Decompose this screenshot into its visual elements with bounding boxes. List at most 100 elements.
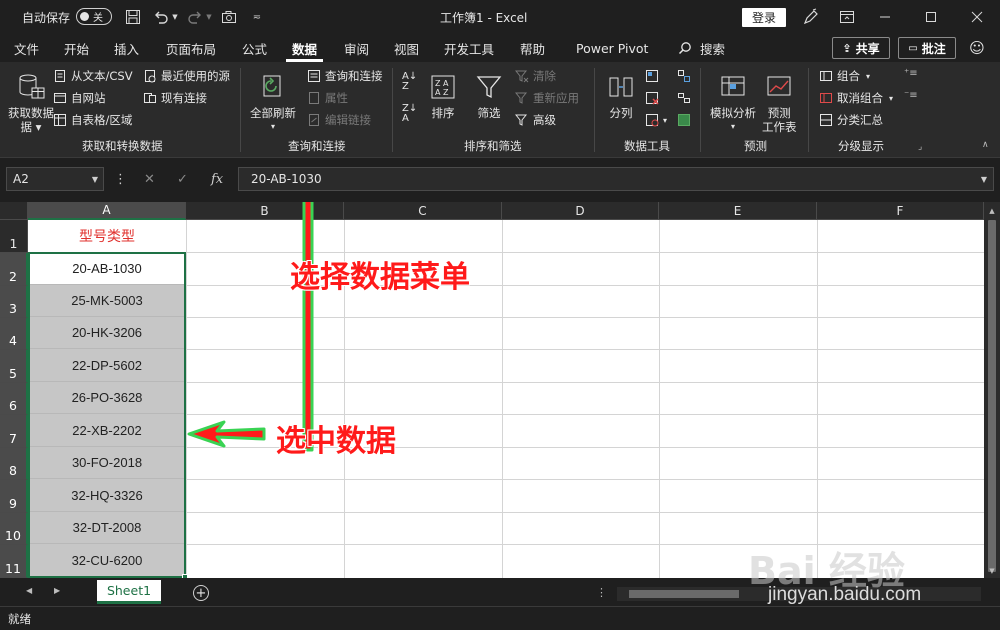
forecast-sheet-button[interactable]: 预测 工作表: [762, 70, 797, 134]
row-header-6[interactable]: 6: [0, 383, 28, 415]
comment-button[interactable]: ▭ 批注: [898, 37, 956, 59]
filter-button[interactable]: 筛选: [472, 70, 506, 120]
worksheet-grid[interactable]: A B C D E F 1 2 3 4 5 6 7 8 9 10 11 型号类型…: [0, 202, 984, 578]
cell-a9[interactable]: 32-HQ-3326: [28, 479, 186, 512]
login-button[interactable]: 登录: [742, 8, 786, 27]
tab-formulas[interactable]: 公式: [242, 34, 267, 62]
consolidate-icon[interactable]: [676, 68, 695, 84]
tab-file[interactable]: 文件: [14, 34, 39, 62]
undo-icon[interactable]: [152, 8, 170, 26]
fill-handle[interactable]: [182, 574, 188, 578]
tab-review[interactable]: 审阅: [344, 34, 369, 62]
row-header-7[interactable]: 7: [0, 415, 28, 448]
ribbon-display-icon[interactable]: [836, 6, 858, 28]
existing-connections-button[interactable]: 现有连接: [142, 90, 207, 106]
select-all-corner[interactable]: [0, 202, 28, 220]
hscroll-thumb[interactable]: [629, 590, 739, 598]
from-text-csv-button[interactable]: 从文本/CSV: [52, 68, 133, 84]
properties-button[interactable]: 属性: [306, 90, 348, 106]
cell-a8[interactable]: 30-FO-2018: [28, 447, 186, 479]
column-header-c[interactable]: C: [344, 202, 502, 220]
text-to-columns-button[interactable]: 分列: [604, 70, 638, 120]
insert-function-icon[interactable]: fx: [211, 172, 223, 187]
clear-filter-button[interactable]: 清除: [514, 68, 556, 84]
tab-help[interactable]: 帮助: [520, 34, 545, 62]
undo-dropdown-icon[interactable]: ▼: [170, 8, 180, 26]
cell-a11[interactable]: 32-CU-6200: [28, 544, 186, 578]
row-header-5[interactable]: 5: [0, 350, 28, 383]
data-validation-icon[interactable]: ▾: [644, 112, 667, 128]
scroll-down-icon[interactable]: ▼: [984, 564, 1000, 578]
cell-a7[interactable]: 22-XB-2202: [28, 414, 186, 447]
cell-a1[interactable]: 型号类型: [28, 220, 186, 252]
smiley-icon[interactable]: ☺: [966, 37, 988, 59]
sheet-tab-sheet1[interactable]: Sheet1: [97, 580, 161, 604]
prev-sheet-icon[interactable]: ◀: [26, 586, 32, 595]
pen-icon[interactable]: [800, 6, 822, 28]
subtotal-button[interactable]: 分类汇总: [818, 112, 883, 128]
sort-descending-button[interactable]: Z↓ A: [402, 104, 417, 124]
camera-icon[interactable]: [220, 8, 238, 26]
cell-a10[interactable]: 32-DT-2008: [28, 512, 186, 544]
data-model-icon[interactable]: [676, 112, 695, 128]
cell-a2[interactable]: 20-AB-1030: [28, 253, 186, 285]
row-header-9[interactable]: 9: [0, 480, 28, 513]
tab-data[interactable]: 数据: [285, 34, 324, 62]
name-box[interactable]: A2 ▼: [6, 167, 104, 191]
refresh-all-button[interactable]: 全部刷新 ▾: [250, 70, 296, 134]
row-header-11[interactable]: 11: [0, 545, 28, 578]
redo-icon[interactable]: [186, 8, 204, 26]
column-header-e[interactable]: E: [659, 202, 817, 220]
enter-icon[interactable]: ✓: [177, 172, 188, 187]
customize-qat-icon[interactable]: ≂: [248, 8, 266, 26]
search-box[interactable]: 搜索: [678, 34, 725, 62]
reapply-button[interactable]: 重新应用: [514, 90, 579, 106]
maximize-button[interactable]: [908, 0, 954, 34]
add-sheet-button[interactable]: +: [193, 585, 209, 601]
scrollbar-thumb[interactable]: [988, 220, 996, 572]
cell-a4[interactable]: 20-HK-3206: [28, 317, 186, 349]
queries-connections-button[interactable]: 查询和连接: [306, 68, 383, 84]
get-data-button[interactable]: 获取数据 据 ▾: [8, 70, 54, 134]
cancel-icon[interactable]: ✕: [144, 172, 155, 187]
cell-a3[interactable]: 25-MK-5003: [28, 285, 186, 317]
minimize-button[interactable]: [862, 0, 908, 34]
remove-duplicates-icon[interactable]: [644, 90, 663, 106]
column-header-f[interactable]: F: [817, 202, 984, 220]
what-if-button[interactable]: 模拟分析 ▾: [710, 70, 756, 134]
autosave-toggle[interactable]: 关: [76, 8, 112, 25]
outline-launcher-icon[interactable]: ⌟: [918, 142, 922, 152]
from-web-button[interactable]: 自网站: [52, 90, 106, 106]
tab-power-pivot[interactable]: Power Pivot: [576, 34, 648, 62]
hide-detail-icon[interactable]: ⁻≡: [904, 90, 918, 101]
flash-fill-icon[interactable]: [644, 68, 663, 84]
save-icon[interactable]: [124, 8, 142, 26]
cell-a6[interactable]: 26-PO-3628: [28, 382, 186, 414]
row-header-8[interactable]: 8: [0, 448, 28, 480]
ungroup-button[interactable]: 取消组合 ▾: [818, 90, 893, 106]
tab-page-layout[interactable]: 页面布局: [166, 34, 216, 62]
cell-a5[interactable]: 22-DP-5602: [28, 349, 186, 382]
row-header-4[interactable]: 4: [0, 318, 28, 350]
row-header-1[interactable]: 1: [0, 220, 28, 253]
tab-home[interactable]: 开始: [64, 34, 89, 62]
recent-sources-button[interactable]: 最近使用的源: [142, 68, 230, 84]
name-box-dropdown-icon[interactable]: ▼: [92, 175, 98, 184]
formula-input[interactable]: 20-AB-1030 ▼: [238, 167, 994, 191]
show-detail-icon[interactable]: ⁺≡: [904, 68, 918, 79]
next-sheet-icon[interactable]: ▶: [54, 586, 60, 595]
close-button[interactable]: [954, 0, 1000, 34]
collapse-ribbon-icon[interactable]: ∧: [982, 140, 989, 150]
tab-insert[interactable]: 插入: [114, 34, 139, 62]
edit-links-button[interactable]: 编辑链接: [306, 112, 371, 128]
sort-button[interactable]: Z AA Z 排序: [426, 70, 460, 120]
expand-formula-icon[interactable]: ▼: [981, 175, 987, 184]
column-header-a[interactable]: A: [28, 202, 186, 220]
sort-ascending-button[interactable]: A↓ Z: [402, 72, 417, 92]
row-header-2[interactable]: 2: [0, 253, 28, 286]
row-header-10[interactable]: 10: [0, 513, 28, 545]
tab-view[interactable]: 视图: [394, 34, 419, 62]
relationships-icon[interactable]: [676, 90, 695, 106]
column-header-d[interactable]: D: [502, 202, 659, 220]
row-header-3[interactable]: 3: [0, 286, 28, 318]
